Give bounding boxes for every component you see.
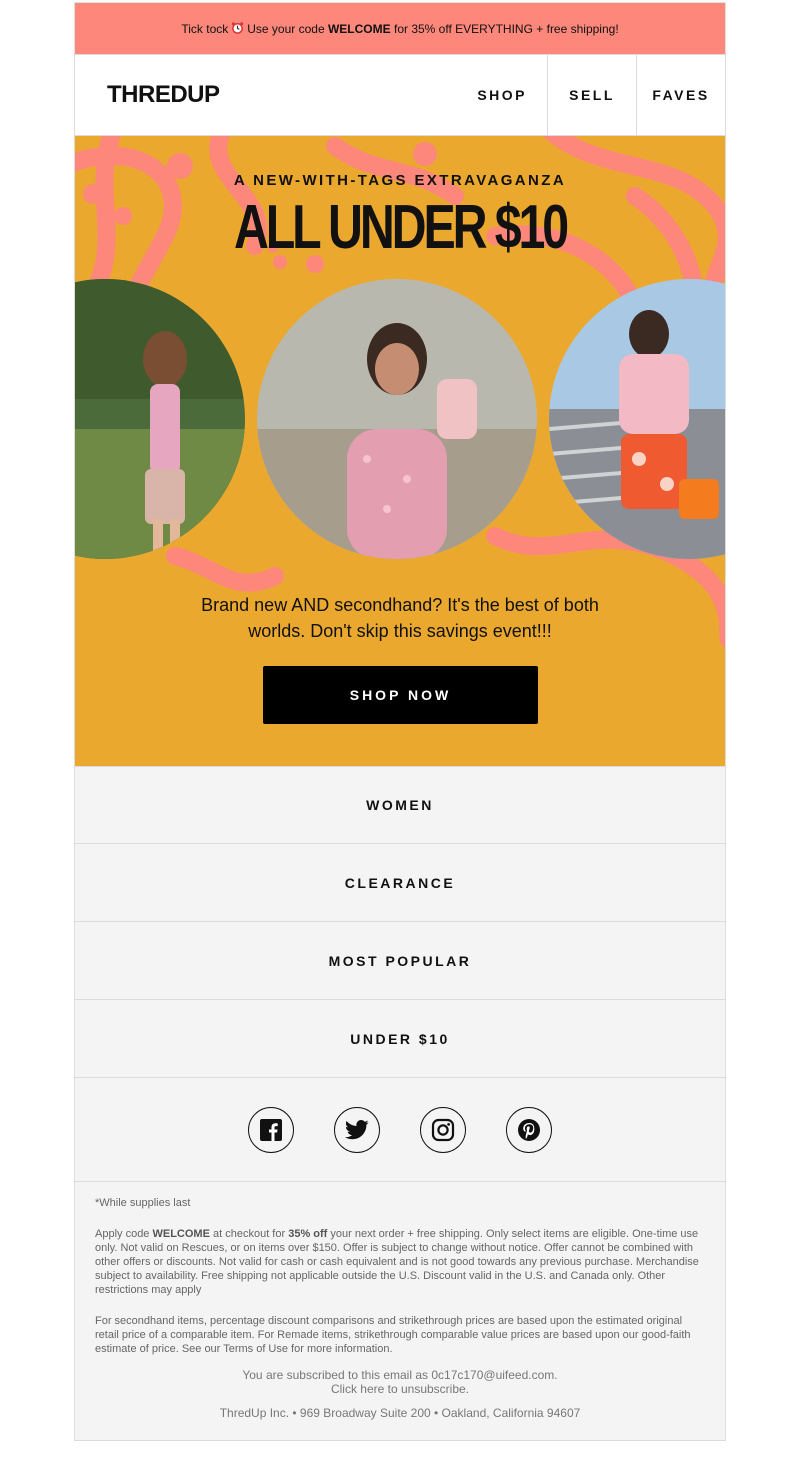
alarm-clock-icon bbox=[231, 21, 244, 37]
main-nav: SHOP SELL FAVES bbox=[459, 55, 725, 135]
hero-headline: ALL UNDER $10 bbox=[233, 193, 569, 262]
banner-prefix: Tick tock bbox=[181, 21, 229, 36]
company-address: ThredUp Inc. • 969 Broadway Suite 200 • … bbox=[219, 1406, 581, 1420]
banner-code: WELCOME bbox=[327, 21, 391, 36]
banner-mid: Use your code bbox=[247, 21, 325, 36]
social-links bbox=[74, 1078, 726, 1182]
hero-section[interactable]: A NEW-WITH-TAGS EXTRAVAGANZA ALL UNDER $… bbox=[74, 136, 726, 766]
site-header: THREDUP SHOP SELL FAVES bbox=[74, 54, 726, 136]
photo-model-floral-icon bbox=[257, 279, 537, 559]
offer-code: WELCOME bbox=[152, 1228, 210, 1240]
offer-terms-a: Apply code bbox=[95, 1228, 153, 1240]
offer-terms: Apply code WELCOME at checkout for 35% o… bbox=[95, 1227, 705, 1297]
shop-now-button[interactable]: SHOP NOW bbox=[263, 666, 538, 724]
pricing-terms: For secondhand items, percentage discoun… bbox=[95, 1315, 691, 1355]
banner-suffix: for 35% off EVERYTHING + free shipping! bbox=[393, 21, 619, 36]
promo-banner: Tick tock Use your code WELCOME for 35% … bbox=[74, 2, 726, 54]
nav-faves[interactable]: FAVES bbox=[636, 55, 725, 135]
hero-blurb: Brand new AND secondhand? It's the best … bbox=[201, 595, 599, 641]
supplies-note: *While supplies last bbox=[95, 1197, 191, 1209]
instagram-icon[interactable] bbox=[420, 1106, 466, 1153]
hero-eyebrow: A NEW-WITH-TAGS EXTRAVAGANZA bbox=[233, 172, 567, 189]
facebook-icon[interactable] bbox=[248, 1106, 294, 1153]
twitter-icon[interactable] bbox=[334, 1106, 380, 1153]
subscribed-note: You are subscribed to this email as 0c17… bbox=[242, 1368, 558, 1382]
category-clearance[interactable]: CLEARANCE bbox=[74, 844, 726, 922]
email-container: Tick tock Use your code WELCOME for 35% … bbox=[74, 2, 726, 1441]
category-women[interactable]: WOMEN bbox=[74, 766, 726, 844]
nav-sell[interactable]: SELL bbox=[547, 55, 636, 135]
offer-terms-b: at checkout for bbox=[209, 1228, 289, 1240]
thredup-logo[interactable]: THREDUP bbox=[75, 55, 459, 135]
nav-shop[interactable]: SHOP bbox=[459, 55, 547, 135]
unsubscribe-link[interactable]: Click here to unsubscribe. bbox=[95, 1382, 705, 1396]
offer-percent: 35% off bbox=[288, 1228, 328, 1240]
category-under-10[interactable]: UNDER $10 bbox=[74, 1000, 726, 1078]
product-photo-center[interactable] bbox=[257, 279, 537, 559]
category-most-popular[interactable]: MOST POPULAR bbox=[74, 922, 726, 1000]
pinterest-icon[interactable] bbox=[506, 1106, 552, 1153]
legal-footer: *While supplies last Apply code WELCOME … bbox=[74, 1182, 726, 1441]
